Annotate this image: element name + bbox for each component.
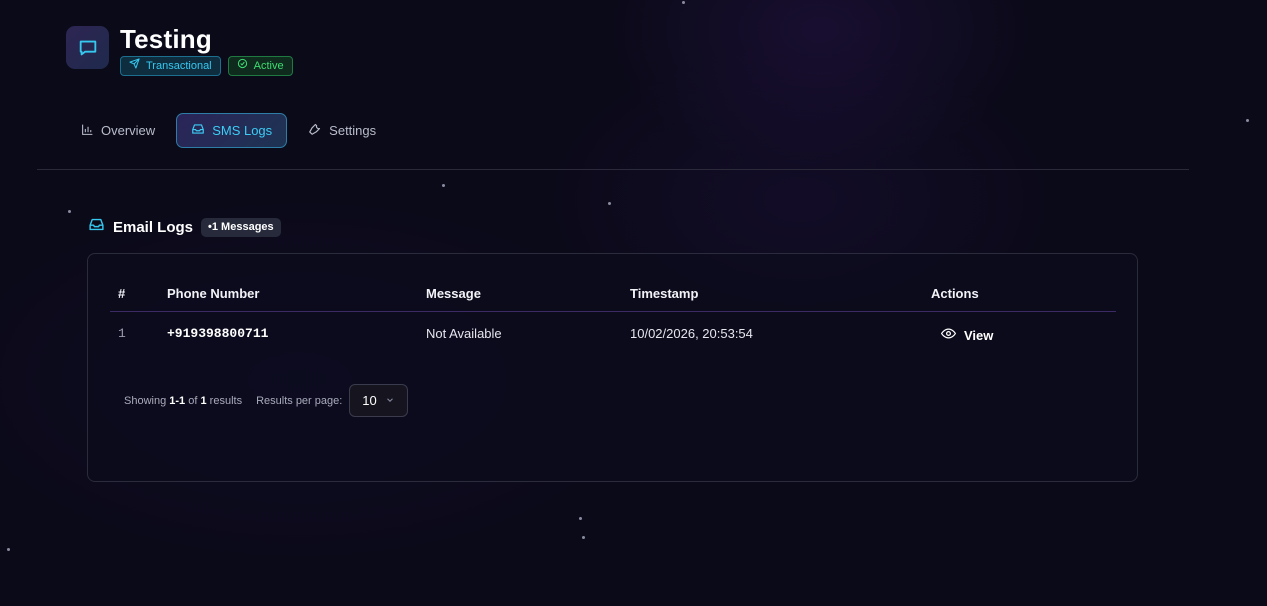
chevron-down-icon [385, 393, 395, 408]
tab-bar: Overview SMS Logs Settings [70, 113, 387, 148]
tab-sms-logs-label: SMS Logs [212, 123, 273, 138]
background-dot [682, 1, 685, 4]
showing-range: 1-1 [169, 394, 186, 407]
row-timestamp: 10/02/2026, 20:53:54 [630, 326, 753, 341]
background-dot [579, 517, 582, 520]
type-badge-label: Transactional [146, 60, 212, 72]
column-header-message: Message [426, 286, 481, 301]
background-dot [68, 210, 71, 213]
row-message: Not Available [426, 326, 502, 341]
tab-settings-label: Settings [329, 123, 377, 138]
per-page-label: Results per page: [256, 394, 343, 407]
page-header: Testing Transactional Active [66, 24, 293, 76]
pagination: Showing 1-1 of 1 results Results per pag… [124, 384, 409, 417]
background-dot [7, 548, 10, 551]
inbox-icon [88, 216, 105, 238]
status-badge-label: Active [253, 60, 284, 72]
background-dot [442, 184, 445, 187]
check-circle-icon [237, 57, 248, 75]
view-button[interactable]: View [940, 326, 994, 344]
bar-chart-icon [81, 123, 94, 139]
view-button-label: View [964, 327, 994, 343]
column-header-actions: Actions [931, 286, 979, 301]
header-divider [37, 169, 1189, 170]
eye-icon [940, 326, 957, 344]
showing-of: of [188, 394, 198, 407]
table-row: 1 +919398800711 Not Available 10/02/2026… [110, 326, 1116, 346]
chat-bubble-icon [66, 26, 109, 69]
wrench-icon [308, 122, 322, 139]
type-badge: Transactional [120, 56, 221, 76]
tab-overview[interactable]: Overview [70, 113, 166, 148]
section-title: Email Logs [113, 218, 194, 236]
page-title: Testing [120, 24, 212, 54]
column-header-timestamp: Timestamp [630, 286, 699, 301]
background-dot [608, 202, 611, 205]
tab-overview-label: Overview [101, 123, 156, 138]
column-header-index: # [118, 286, 126, 301]
tab-settings[interactable]: Settings [297, 113, 387, 148]
inbox-icon [191, 122, 205, 139]
row-phone: +919398800711 [167, 326, 269, 341]
message-count-badge: •1 Messages [201, 217, 281, 237]
showing-total: 1 [200, 394, 207, 407]
showing-suffix: results [209, 394, 243, 407]
showing-prefix: Showing [124, 394, 167, 407]
section-header: Email Logs •1 Messages [88, 216, 281, 238]
table-header: # Phone Number Message Timestamp Actions [110, 286, 1116, 312]
tab-sms-logs[interactable]: SMS Logs [176, 113, 288, 148]
per-page-select[interactable]: 10 [349, 384, 409, 417]
column-header-phone: Phone Number [167, 286, 260, 301]
background-dot [582, 536, 585, 539]
logs-panel: # Phone Number Message Timestamp Actions… [87, 253, 1138, 482]
background-dot [1246, 119, 1249, 122]
status-badge: Active [227, 56, 293, 76]
per-page-value: 10 [362, 393, 377, 408]
send-icon [129, 57, 140, 75]
row-index: 1 [118, 326, 126, 341]
